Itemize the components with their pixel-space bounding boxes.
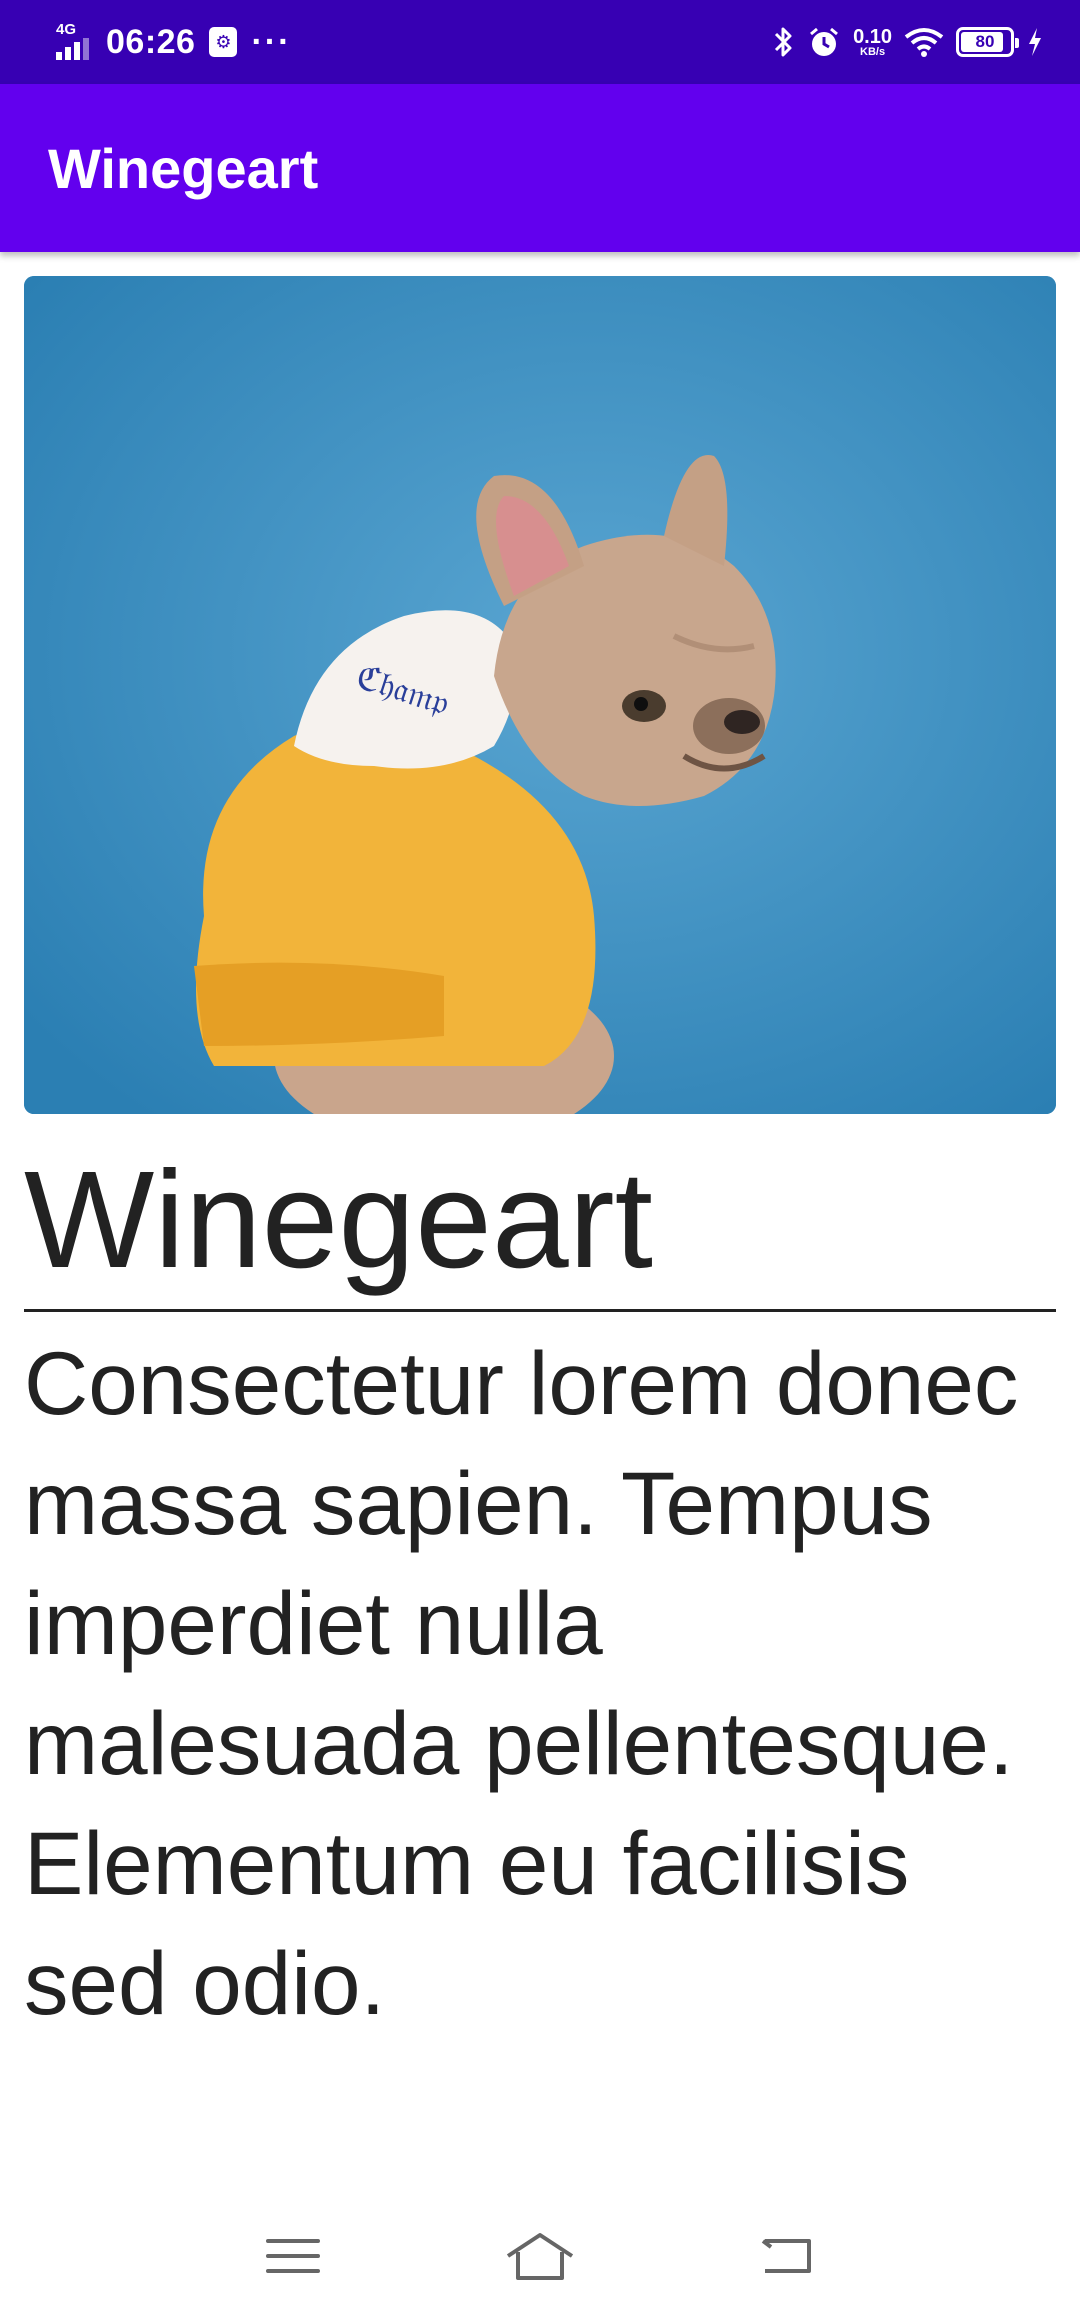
- alarm-icon: [810, 27, 839, 56]
- system-nav-bar: [0, 2196, 1080, 2316]
- battery-icon: 80: [956, 27, 1019, 57]
- menu-button[interactable]: [253, 2216, 333, 2296]
- status-bar-right: 0.10 KB/s 80: [773, 25, 1044, 59]
- network-type: 4G: [56, 21, 77, 38]
- speed-value: 0.10: [853, 25, 892, 48]
- cellular-signal-icon: 4G: [56, 22, 92, 62]
- back-icon: [761, 2239, 811, 2273]
- menu-icon: [266, 2239, 321, 2273]
- home-icon: [506, 2233, 574, 2280]
- app-bar: Winegeart: [0, 84, 1080, 252]
- heading-divider: [24, 1309, 1056, 1312]
- status-bar: 4G 06:26 ⚙ ··· 0.10 KB/s 80: [0, 0, 1080, 84]
- back-button[interactable]: [747, 2216, 827, 2296]
- speed-unit: KB/s: [860, 45, 886, 58]
- content-heading: Winegeart: [24, 1143, 653, 1297]
- battery-level: 80: [975, 32, 995, 51]
- bluetooth-icon: [775, 27, 792, 57]
- status-bar-left: 4G 06:26 ⚙ ···: [56, 22, 291, 62]
- dog-in-yellow-hoodie-image: ℭ𝔥𝔞𝔪𝔭: [24, 276, 1056, 1114]
- network-speed: 0.10 KB/s: [853, 27, 892, 58]
- content-body-text: Consectetur lorem donec massa sapien. Te…: [24, 1333, 1019, 2033]
- usb-debug-icon: ⚙: [209, 27, 238, 57]
- app-bar-title: Winegeart: [48, 136, 319, 200]
- dog-photo: ℭ𝔥𝔞𝔪𝔭: [24, 276, 1056, 1114]
- charging-icon: [1029, 28, 1041, 56]
- status-time: 06:26: [106, 22, 196, 61]
- wifi-icon: [904, 28, 944, 57]
- home-button[interactable]: [500, 2216, 580, 2296]
- more-dots-icon: ···: [251, 23, 292, 61]
